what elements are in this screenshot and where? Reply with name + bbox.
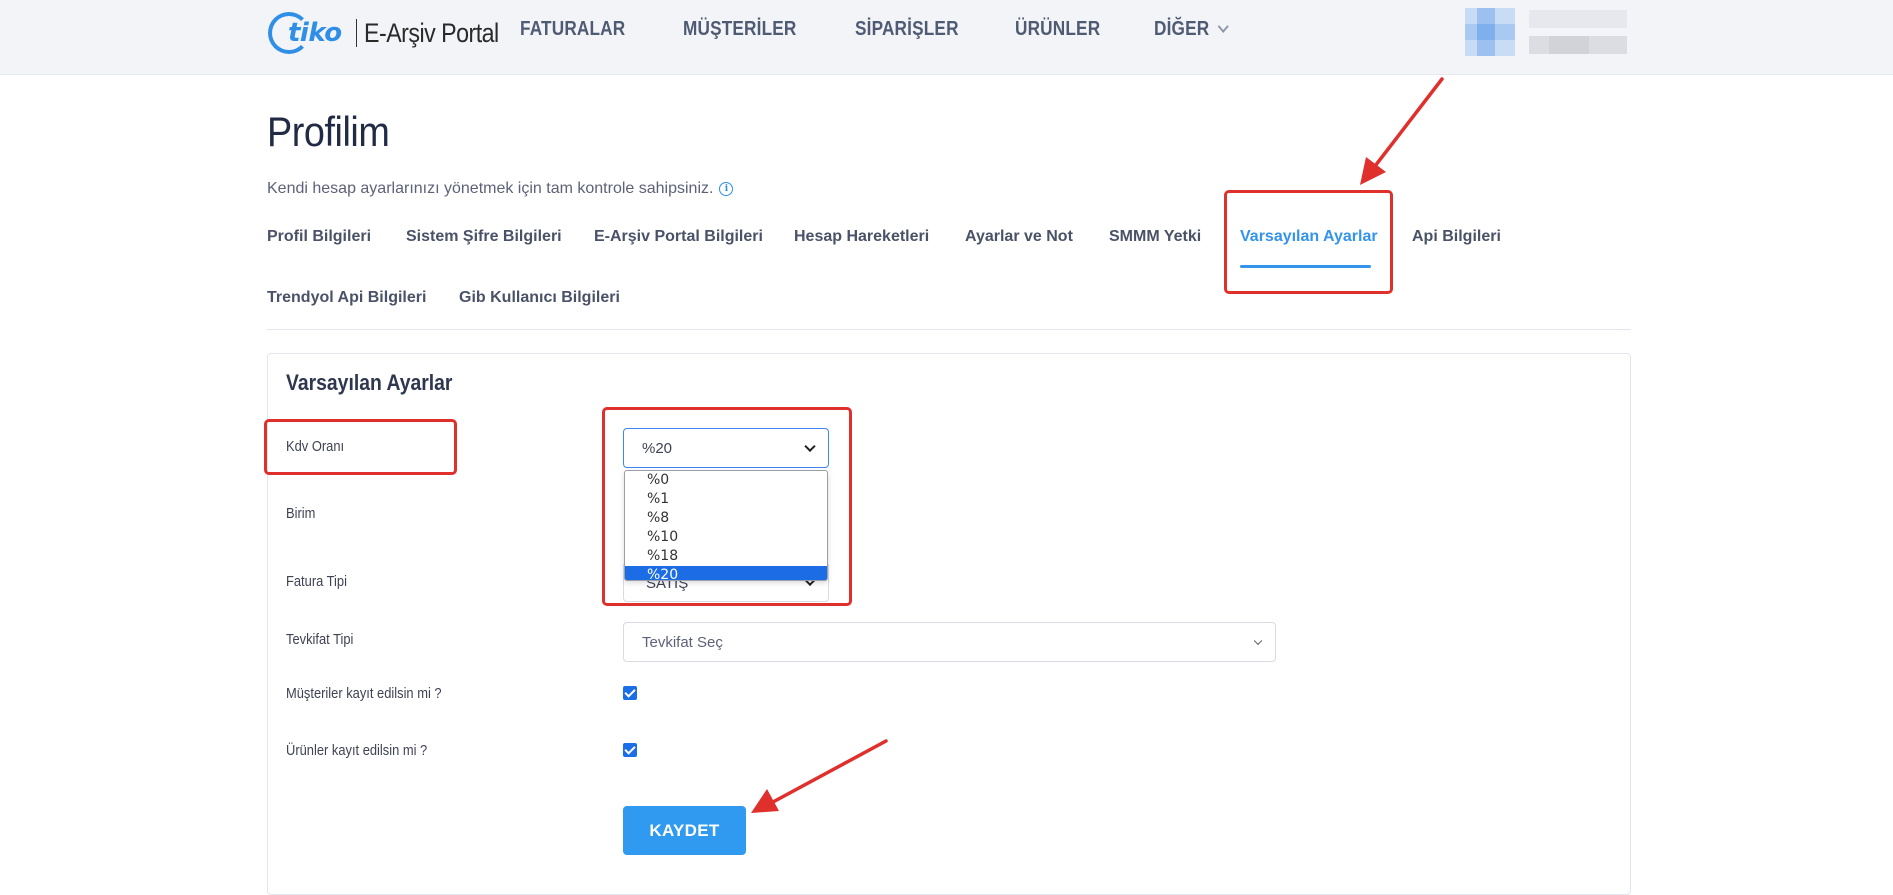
chevron-down-icon	[1218, 20, 1230, 33]
info-icon[interactable]: i	[719, 182, 734, 196]
tevkifat-select[interactable]: Tevkifat Seç	[623, 622, 1276, 662]
fatura-tipi-label: Fatura Tipi	[286, 573, 347, 590]
page-subtitle-text: Kendi hesap ayarlarınızı yönetmek için t…	[267, 180, 714, 197]
tab-sistem-sifre[interactable]: Sistem Şifre Bilgileri	[406, 228, 562, 246]
highlight-box-tab	[1224, 190, 1393, 294]
nav-urunler[interactable]: ÜRÜNLER	[1015, 18, 1100, 41]
tabs-divider	[267, 329, 1631, 330]
urun-kayit-label: Ürünler kayıt edilsin mi ?	[286, 742, 428, 759]
nav-diger-label: DİĞER	[1154, 18, 1210, 40]
birim-label: Birim	[286, 505, 316, 522]
musteri-kayit-label: Müşteriler kayıt edilsin mi ?	[286, 685, 442, 702]
logo[interactable]: tiko E-Arşiv Portal	[268, 10, 521, 56]
tab-trendyol-api[interactable]: Trendyol Api Bilgileri	[267, 289, 426, 307]
tevkifat-label: Tevkifat Tipi	[286, 631, 354, 648]
logo-product: E-Arşiv Portal	[364, 17, 499, 48]
page-subtitle: Kendi hesap ayarlarınızı yönetmek için t…	[267, 180, 734, 198]
page-title: Profilim	[267, 108, 390, 155]
tevkifat-select-placeholder: Tevkifat Seç	[642, 633, 723, 651]
tab-profil-bilgileri[interactable]: Profil Bilgileri	[267, 228, 371, 246]
logo-divider	[356, 19, 357, 47]
chevron-down-icon	[1253, 636, 1263, 646]
highlight-box-kdv-dropdown	[602, 407, 852, 606]
user-avatar-blurred[interactable]	[1465, 8, 1627, 56]
urun-kayit-checkbox[interactable]	[623, 743, 637, 757]
main-nav: FATURALAR MÜŞTERİLER SİPARİŞLER ÜRÜNLER …	[520, 18, 1280, 41]
tab-smmm-yetki[interactable]: SMMM Yetki	[1109, 228, 1201, 246]
highlight-box-kdv-label	[264, 419, 457, 475]
tab-api-bilgileri[interactable]: Api Bilgileri	[1412, 228, 1501, 246]
tab-hesap-hareketleri[interactable]: Hesap Hareketleri	[794, 228, 929, 246]
tab-earsiv-portal[interactable]: E-Arşiv Portal Bilgileri	[594, 228, 763, 246]
arrow-annotation-tab	[1360, 77, 1444, 185]
card-title: Varsayılan Ayarlar	[286, 370, 453, 395]
nav-faturalar[interactable]: FATURALAR	[520, 18, 625, 41]
musteri-kayit-checkbox[interactable]	[623, 686, 637, 700]
logo-brand: tiko	[288, 18, 342, 48]
tab-ayarlar-not[interactable]: Ayarlar ve Not	[965, 228, 1073, 246]
nav-siparisler[interactable]: SİPARİŞLER	[855, 18, 959, 41]
nav-diger[interactable]: DİĞER	[1154, 18, 1230, 41]
save-button[interactable]: KAYDET	[623, 806, 746, 855]
nav-musteriler[interactable]: MÜŞTERİLER	[683, 18, 797, 41]
tab-gib-kullanici[interactable]: Gib Kullanıcı Bilgileri	[459, 289, 620, 307]
top-navbar: tiko E-Arşiv Portal FATURALAR MÜŞTERİLER…	[0, 0, 1893, 75]
